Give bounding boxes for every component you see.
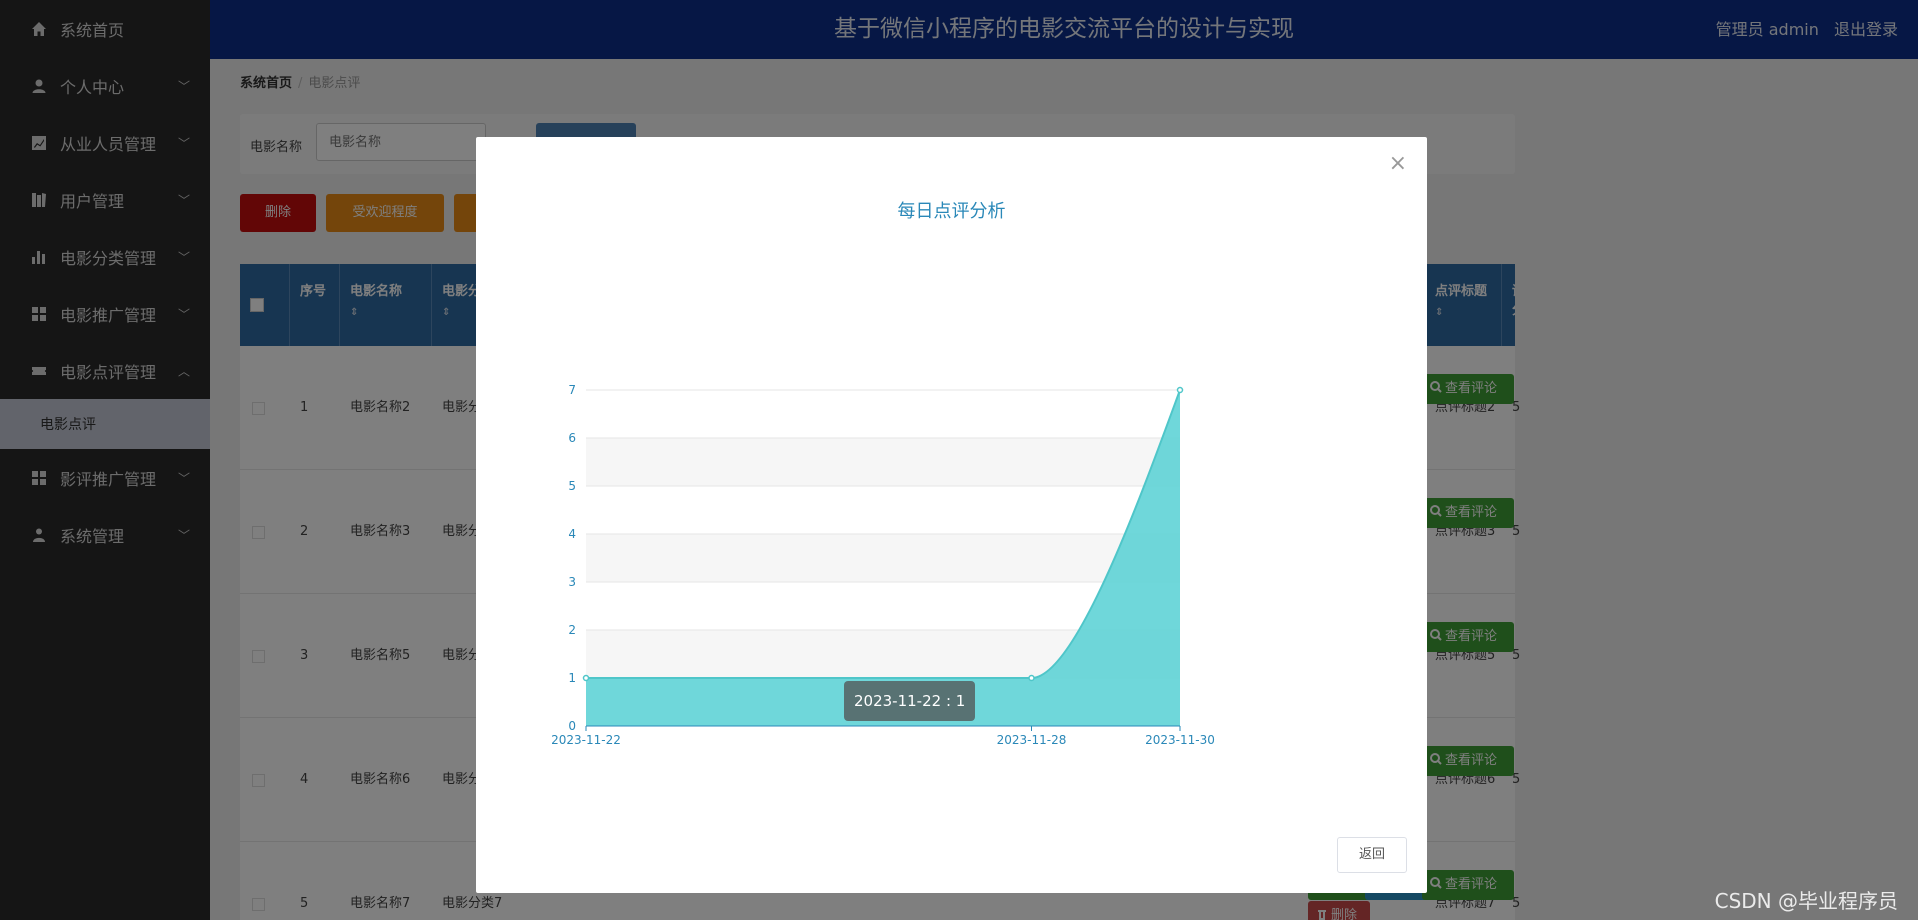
data-point: [1028, 674, 1035, 682]
daily-review-chart: 0 1 2 3 4 5 6 7 2023-11-22 2023-11-28 2023-11-30: [551, 383, 1215, 747]
x-tick-label: 2023-11-30: [1145, 733, 1215, 747]
y-tick-label: 3: [568, 575, 576, 589]
y-tick-label: 5: [568, 479, 576, 493]
y-tick-label: 1: [568, 671, 576, 685]
y-tick-label: 4: [568, 527, 576, 541]
y-tick-label: 7: [568, 383, 576, 397]
return-button[interactable]: 返回: [1337, 837, 1407, 873]
data-point: [582, 674, 590, 682]
data-point: [1176, 386, 1184, 394]
y-tick-label: 2: [568, 623, 576, 637]
chart-tooltip: 2023-11-22 : 1: [844, 681, 976, 721]
x-tick-label: 2023-11-28: [997, 733, 1067, 747]
watermark: CSDN @毕业程序员: [1714, 889, 1898, 913]
chart-modal: × 每日点评分析 0 1 2 3 4 5 6 7 2023-11-22 2023-11-28 202…: [476, 137, 1427, 893]
grid-band: [586, 534, 1180, 582]
y-tick-label: 6: [568, 431, 576, 445]
x-tick-label: 2023-11-22: [551, 733, 621, 747]
y-tick-label: 0: [568, 719, 576, 733]
grid-band: [586, 438, 1180, 486]
